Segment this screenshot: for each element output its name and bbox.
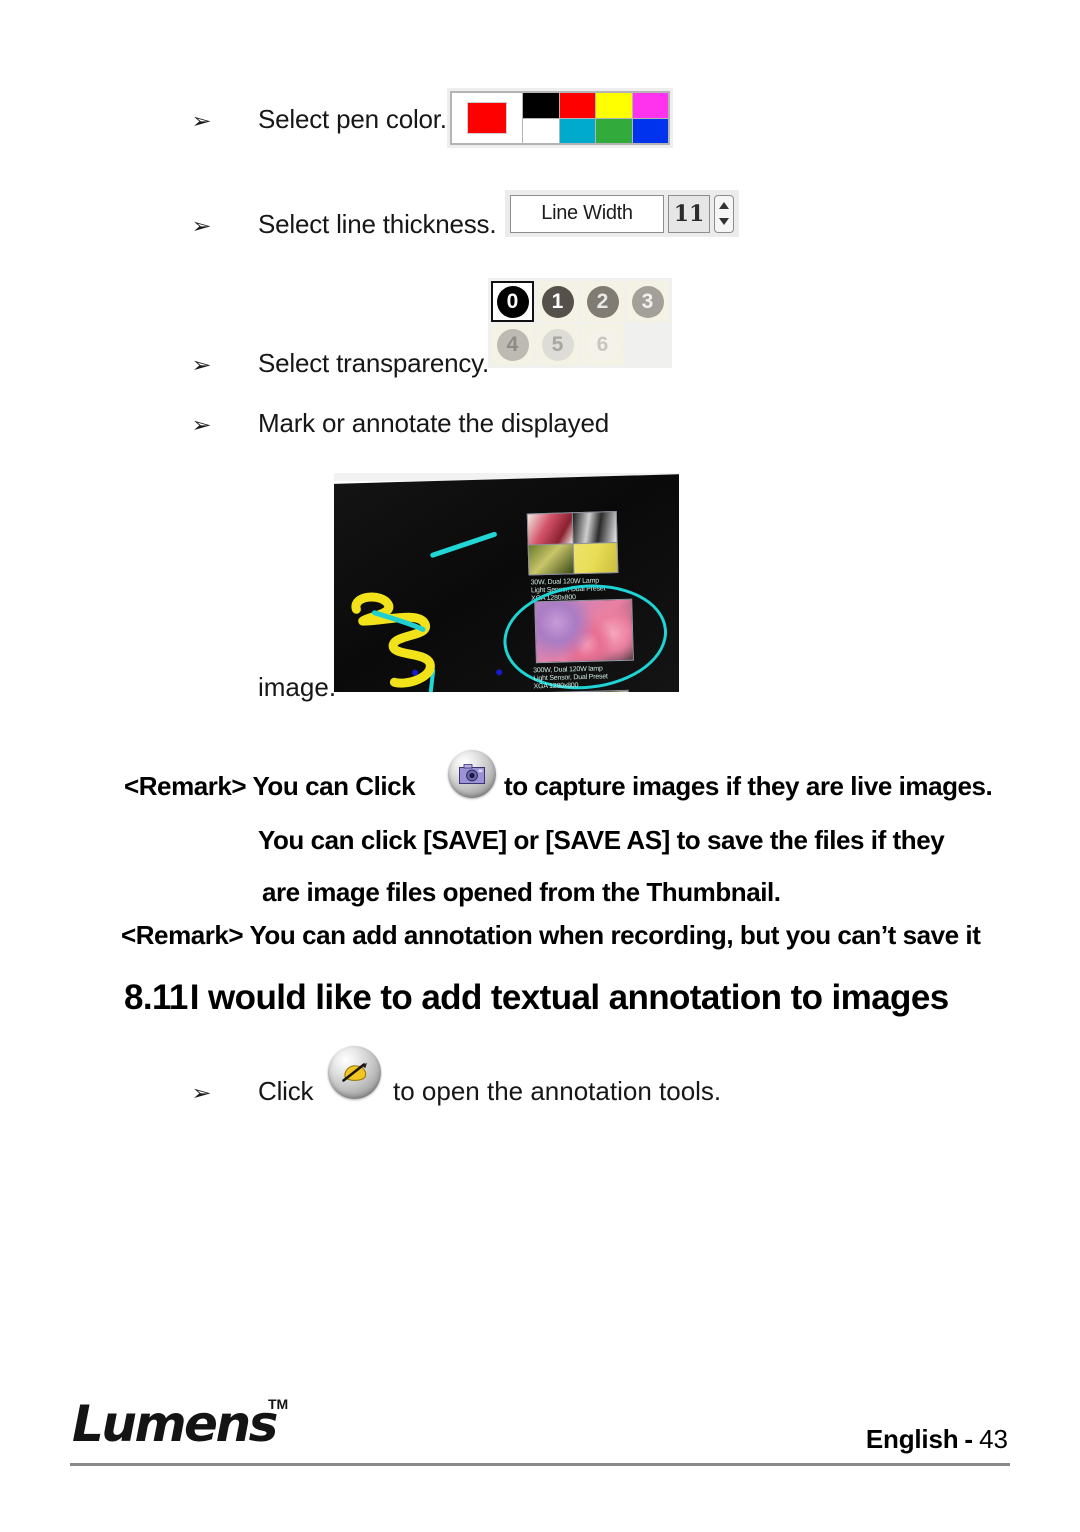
transparency-level-3[interactable]: 3 [626,281,669,322]
transparency-dot: 0 [496,285,529,318]
pen-color-selected-chip [467,102,507,134]
transparency-empty-cell [626,324,669,365]
annotated-screen-photo: 30W, Dual 120W Lamp Light Sensor, Dual P… [334,473,679,692]
transparency-level-2[interactable]: 2 [581,281,624,322]
transparency-dot: 1 [541,285,574,318]
swatch-black[interactable] [523,93,559,118]
thumbnail-d [573,542,618,574]
line-width-control[interactable]: Line Width 11 [505,190,739,237]
annotation-cyan-line [429,531,498,559]
remark-capture-prefix: <Remark> You can Click [124,771,416,801]
photo-blue-dot-right [496,669,503,676]
page-title: 8.11I would like to add textual annotati… [124,978,984,1018]
bullet-marker-icon: ➢ [191,214,212,238]
swatch-cyan[interactable] [559,118,595,143]
brand-logo: Lumens [72,1395,278,1453]
footer-divider [70,1463,1010,1466]
bullet-select-pen-color: ➢ Select pen color. [191,104,447,135]
transparency-level-4[interactable]: 4 [491,324,534,365]
transparency-level-0[interactable]: 0 [491,281,534,322]
bullet-label: Mark or annotate the displayed [258,408,609,438]
annotation-yellow-squiggle [351,592,435,688]
trademark-symbol: TM [268,1396,289,1412]
swatch-magenta[interactable] [632,93,668,118]
transparency-dot: 3 [631,285,664,318]
bullet-label: Select pen color. [258,104,447,134]
swatch-white[interactable] [523,118,559,143]
bullet-mark-or-annotate: ➢ Mark or annotate the displayed [191,408,609,439]
thumbnail-b [572,512,617,543]
bullet-select-line-thickness: ➢ Select line thickness. [191,209,497,240]
pen-color-preview [452,93,522,143]
bullet-continuation-word: image. [258,672,337,702]
remark-save-line2: are image files opened from the Thumbnai… [262,877,781,907]
footer-separator: - [964,1424,974,1454]
line-width-spinner[interactable] [714,194,734,233]
transparency-dot: 4 [496,328,529,361]
bullet-click-annotation-tools: ➢ Click [191,1076,314,1107]
palette-inner [450,91,670,145]
camera-icon [459,764,485,784]
spinner-up-icon[interactable] [719,202,729,209]
bullet-select-transparency: ➢ Select transparency. [191,348,490,379]
palette-swatch-grid [523,93,668,143]
capture-camera-button[interactable] [448,750,496,798]
line-width-value[interactable]: 11 [668,194,710,233]
transparency-dot: 2 [586,285,619,318]
thumbnail-a [527,513,573,544]
swatch-blue[interactable] [632,118,668,143]
bullet-marker-icon: ➢ [191,109,212,133]
thumbnail-c [528,543,573,575]
swatch-green[interactable] [596,118,632,143]
transparency-dot: 6 [586,328,619,361]
remark-capture-suffix: to capture images if they are live image… [504,771,993,801]
section-number: 8.11 [124,978,188,1017]
spinner-down-icon[interactable] [719,218,729,225]
footer-page-number: 43 [979,1424,1008,1454]
page-footer-label: English -43 [866,1424,1008,1455]
transparency-level-1[interactable]: 1 [536,281,579,322]
swatch-yellow[interactable] [596,93,632,118]
pen-color-palette[interactable] [447,88,673,148]
bullet-marker-icon: ➢ [191,1081,212,1105]
bullet-marker-icon: ➢ [191,413,212,437]
bullet-label: Select line thickness. [258,209,497,239]
section-title-text: I would like to add textual annotation t… [189,978,949,1017]
photo-thumbnail-grid [526,510,619,576]
annotation-tools-button[interactable] [328,1046,381,1099]
pen-annotation-icon [341,1062,367,1082]
remark-recording: <Remark> You can add annotation when rec… [121,920,981,950]
swatch-red[interactable] [559,93,595,118]
footer-language: English [865,1424,959,1454]
line-width-label: Line Width [510,194,664,233]
bullet-label: Select transparency. [258,348,490,378]
transparency-control[interactable]: 0 1 2 3 4 5 6 [488,278,672,368]
transparency-dot: 5 [541,328,574,361]
bullet-marker-icon: ➢ [191,353,212,377]
click-suffix-label: to open the annotation tools. [393,1076,722,1106]
transparency-level-5[interactable]: 5 [536,324,579,365]
transparency-level-6[interactable]: 6 [581,324,624,365]
click-prefix-label: Click [258,1076,314,1106]
photo-dark-screen: 30W, Dual 120W Lamp Light Sensor, Dual P… [334,473,679,692]
remark-save-line1: You can click [SAVE] or [SAVE AS] to sav… [258,825,945,855]
